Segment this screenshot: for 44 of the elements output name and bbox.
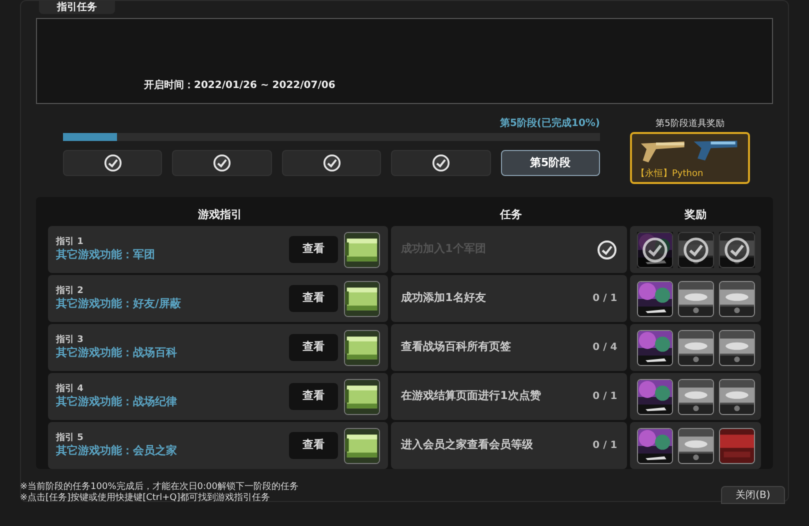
guide-number: 指引 1 bbox=[56, 237, 84, 248]
guide-title: 其它游戏功能：战场纪律 bbox=[56, 395, 178, 409]
check-icon bbox=[597, 240, 618, 260]
note-text: ※当前阶段的任务100%完成后，才能在次日0:00解锁下一阶段的任务 bbox=[20, 482, 298, 492]
stage-reward-item-name: 【永恒】Python bbox=[636, 168, 704, 180]
guide-number: 指引 5 bbox=[56, 433, 84, 444]
task-text: 成功添加1名好友 bbox=[401, 290, 486, 306]
view-button[interactable]: 查看 bbox=[289, 432, 338, 459]
check-icon bbox=[432, 154, 450, 172]
task-text: 查看战场百科所有页签 bbox=[401, 339, 512, 356]
guide-title: 其它游戏功能：好友/屏蔽 bbox=[56, 297, 182, 311]
column-header: 奖励 bbox=[684, 207, 706, 224]
guide-number: 指引 2 bbox=[56, 286, 84, 297]
stage-button[interactable] bbox=[391, 150, 491, 176]
guide-number: 指引 4 bbox=[56, 384, 84, 395]
task-count: 0 / 1 bbox=[592, 292, 618, 306]
task-text: 进入会员之家查看会员等级 bbox=[401, 437, 534, 454]
stage-button[interactable] bbox=[282, 150, 382, 176]
window-title: 指引任务 bbox=[39, 1, 115, 14]
view-button[interactable]: 查看 bbox=[289, 285, 338, 312]
guide-title: 其它游戏功能：会员之家 bbox=[56, 444, 178, 458]
check-icon bbox=[213, 154, 232, 172]
column-header: 游戏指引 bbox=[198, 207, 242, 224]
note-text: ※点击[任务]按键或使用快捷键[Ctrl+Q]都可找到游戏指引任务 bbox=[20, 493, 272, 504]
task-count: 0 / 4 bbox=[592, 341, 618, 355]
view-button[interactable]: 查看 bbox=[289, 236, 338, 263]
close-button[interactable]: 关闭(B) bbox=[721, 486, 785, 504]
check-icon bbox=[104, 154, 122, 172]
stage-reward-title: 第5阶段道具奖励 bbox=[656, 118, 724, 130]
open-time-text: 开启时间：2022/01/26 ~ 2022/07/06 bbox=[144, 78, 336, 93]
check-icon bbox=[322, 154, 341, 172]
task-count: 0 / 1 bbox=[592, 439, 618, 453]
view-button[interactable]: 查看 bbox=[289, 334, 338, 361]
column-header: 任务 bbox=[500, 207, 522, 224]
stage-button[interactable] bbox=[63, 150, 162, 176]
view-button[interactable]: 查看 bbox=[289, 383, 338, 410]
guide-title: 其它游戏功能：军团 bbox=[56, 248, 156, 262]
task-count: 0 / 1 bbox=[592, 390, 618, 404]
guide-number: 指引 3 bbox=[56, 335, 84, 346]
guide-title: 其它游戏功能：战场百科 bbox=[56, 346, 178, 360]
stage-button[interactable]: 第5阶段 bbox=[500, 150, 600, 176]
progress-label: 第5阶段(已完成10%) bbox=[500, 118, 600, 130]
task-text: 在游戏结算页面进行1次点赞 bbox=[401, 388, 541, 404]
stage-button[interactable] bbox=[172, 150, 272, 176]
